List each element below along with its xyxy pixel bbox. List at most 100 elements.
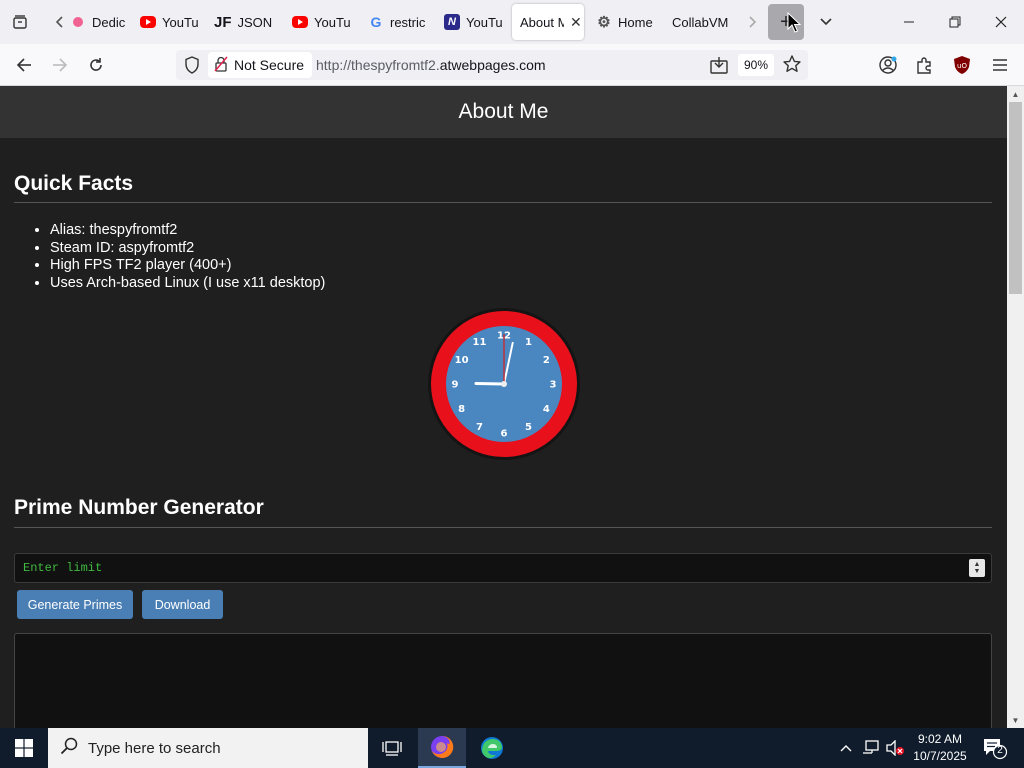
list-item: Alias: thespyfromtf2 [50,222,325,240]
scroll-down-icon[interactable]: ▼ [1007,713,1024,727]
scroll-tabs-right-icon[interactable] [738,8,766,36]
save-to-pocket-icon[interactable] [710,56,728,79]
spin-down-icon[interactable]: ▼ [974,568,981,575]
close-tab-icon[interactable]: ✕ [570,14,582,31]
tab-manager-icon[interactable] [6,8,34,36]
page-scrollbar[interactable]: ▲ ▼ [1007,86,1024,728]
jf-icon: JF [214,13,232,31]
list-item: High FPS TF2 player (400+) [50,257,325,275]
svg-text:uO: uO [957,62,967,70]
tab-dedic[interactable]: Dedic [62,4,132,40]
tab-title: CollabVM [672,14,729,30]
minimize-button[interactable] [886,0,932,44]
not-secure-indicator[interactable]: Not Secure [208,52,313,78]
scroll-up-icon[interactable]: ▲ [1007,87,1024,101]
clock-number: 9 [452,380,459,391]
divider [14,527,992,528]
taskbar-search[interactable]: Type here to search [48,728,368,768]
scroll-thumb[interactable] [1009,102,1022,294]
spin-up-icon[interactable]: ▲ [974,561,981,568]
youtube-icon [292,16,308,28]
url-text[interactable]: http://thespyfromtf2.atwebpages.com [316,57,546,73]
tab-title: YouTu [162,14,199,30]
tab-title: Dedic [92,14,126,30]
list-item: Steam ID: aspyfromtf2 [50,240,325,258]
clock-number: 2 [543,355,550,366]
gear-icon: ⚙ [597,14,611,31]
clock-number: 8 [458,404,465,415]
download-button[interactable]: Download [142,590,223,619]
youtube-icon [140,16,156,28]
shield-icon[interactable] [184,56,200,79]
tab-json[interactable]: JF JSON [206,4,278,40]
search-placeholder: Type here to search [88,739,221,757]
clock-number: 1 [525,337,532,348]
notification-count-badge: 2 [997,745,1003,756]
prime-generator-heading: Prime Number Generator [14,496,264,519]
ublock-origin-icon[interactable]: uO [948,52,976,78]
analog-clock: 121234567891011 [428,308,580,460]
clock-center [501,381,507,387]
close-window-button[interactable] [978,0,1024,44]
primes-output-area[interactable] [14,633,992,728]
generate-primes-button[interactable]: Generate Primes [17,590,133,619]
reload-button[interactable] [82,52,110,78]
clock-number: 11 [473,337,487,348]
tab-youtube-1[interactable]: YouTu [132,4,204,40]
clock-number: 4 [543,404,550,415]
account-icon[interactable] [874,52,902,78]
tab-title: YouTu [466,14,503,30]
url-bar[interactable]: Not Secure http://thespyfromtf2.atwebpag… [176,50,808,80]
tab-title: restric [390,14,426,30]
volume-muted-icon[interactable] [885,739,905,759]
url-domain: atwebpages.com [439,57,546,73]
clock-time: 9:02 AM [917,732,963,746]
edge-taskbar-icon[interactable] [468,728,516,768]
tab-strip: Dedic YouTu JF JSON YouTu G restric N Yo… [0,0,1024,44]
number-spinner[interactable]: ▲ ▼ [969,559,985,577]
zoom-level-badge[interactable]: 90% [738,54,775,76]
clock-number: 6 [501,429,508,440]
limit-input[interactable] [14,553,992,583]
restore-button[interactable] [932,0,978,44]
navigation-bar: Not Secure http://thespyfromtf2.atwebpag… [0,44,1024,86]
quick-facts-list: Alias: thespyfromtf2 Steam ID: aspyfromt… [50,222,325,292]
tab-restric[interactable]: G restric [360,4,434,40]
broken-lock-icon [214,55,228,75]
tab-collabvm[interactable]: CollabVM [664,4,740,40]
url-prefix: http://thespyfromtf2. [316,57,440,73]
pink-dot-icon [70,14,86,30]
forward-button[interactable] [46,52,74,78]
list-all-tabs-icon[interactable] [812,8,840,36]
network-icon[interactable] [862,740,880,759]
italic-n-icon: N [444,14,460,30]
windows-logo-icon [15,739,33,757]
divider [14,202,992,203]
show-hidden-icons-chevron-icon[interactable] [839,740,853,756]
tab-home[interactable]: ⚙ Home [588,4,660,40]
tab-youtube-2[interactable]: YouTu [284,4,356,40]
menu-hamburger-icon[interactable] [986,52,1014,78]
clock-number: 7 [476,422,483,433]
system-clock[interactable]: 9:02 AM 10/7/2025 [912,731,968,765]
tab-title: JSON [237,14,273,30]
extensions-icon[interactable] [910,52,938,78]
tab-title: YouTu [314,14,351,30]
tab-about-me[interactable]: About M ✕ [512,4,584,40]
tab-youtube-3[interactable]: N YouTu [436,4,510,40]
firefox-taskbar-icon[interactable] [418,728,466,768]
quick-facts-heading: Quick Facts [14,172,134,195]
google-icon: G [370,14,382,30]
tab-title: Home [618,14,653,30]
clock-number: 5 [525,422,532,433]
list-item: Uses Arch-based Linux (I use x11 desktop… [50,275,325,293]
clock-date: 10/7/2025 [913,749,967,763]
task-view-icon[interactable] [368,728,416,768]
page-header: About Me [0,86,1007,138]
back-button[interactable] [10,52,38,78]
taskbar: Type here to search 9:02 AM 10/7/2025 2 [0,728,1024,768]
start-button[interactable] [0,728,48,768]
notifications-icon[interactable]: 2 [982,736,1008,763]
bookmark-star-icon[interactable] [782,54,802,79]
page-content: About Me Quick Facts Alias: thespyfromtf… [0,86,1007,728]
